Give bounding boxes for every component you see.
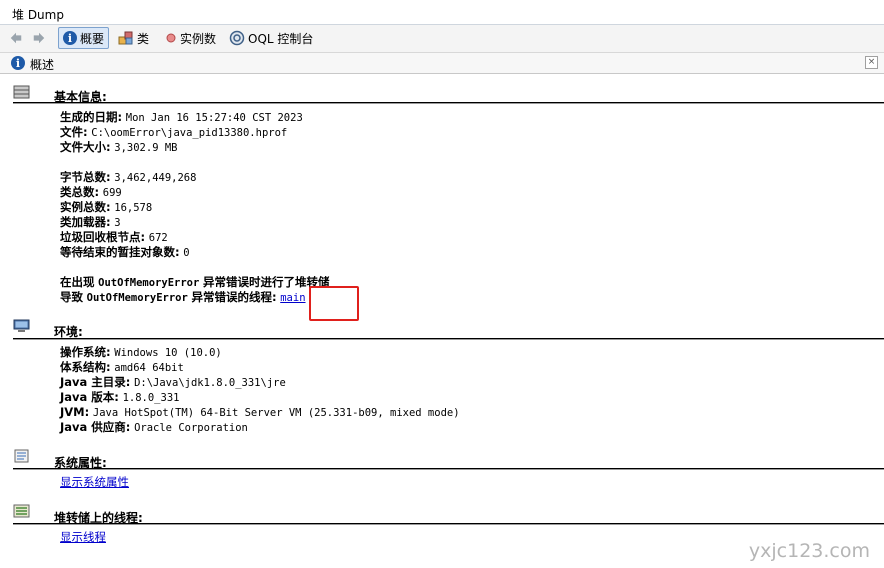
env-row-arch: 体系结构: amd64 64bit [60, 360, 184, 375]
env-row-os: 操作系统: Windows 10 (10.0) [60, 345, 222, 360]
oom-dump-note: 在出现 OutOfMemoryError 异常错误时进行了堆转储 [60, 275, 329, 290]
info-row-size: 文件大小: 3,302.9 MB [60, 140, 177, 155]
label: 类加载器: [60, 215, 111, 229]
tab-instances[interactable]: 实例数 [165, 28, 216, 48]
info-row-gc-roots: 垃圾回收根节点: 672 [60, 230, 168, 245]
value: Oracle Corporation [134, 422, 248, 434]
tab-summary[interactable]: i 概要 [58, 27, 110, 49]
value: Mon Jan 16 15:27:40 CST 2023 [125, 112, 303, 124]
section-divider [13, 338, 884, 340]
label: 字节总数: [60, 170, 111, 184]
label: 实例总数: [60, 200, 111, 214]
toolbar: i 概要 类 实例数 OQL 控制台 [0, 25, 884, 53]
properties-icon [14, 449, 29, 463]
classes-icon [118, 31, 133, 45]
value: C:\oomError\java_pid13380.hprof [91, 127, 288, 139]
watermark: yxjc123.com [748, 540, 870, 562]
threads-icon [13, 504, 30, 518]
oom-thread-link[interactable]: main [280, 292, 305, 304]
show-threads-link[interactable]: 显示线程 [60, 530, 106, 544]
label: 等待结束的暂挂对象数: [60, 245, 180, 259]
value: 3,302.9 MB [114, 142, 178, 154]
env-row-java-vendor: Java 供应商: Oracle Corporation [60, 420, 248, 435]
value: 3 [114, 217, 121, 229]
tab-summary-label: 概要 [80, 31, 105, 46]
info-row-bytes: 字节总数: 3,462,449,268 [60, 170, 196, 185]
text: 导致 [60, 290, 83, 304]
info-icon: i [63, 31, 77, 45]
label: 操作系统: [60, 345, 111, 359]
value: 672 [148, 232, 168, 244]
info-row-classloaders: 类加载器: 3 [60, 215, 121, 230]
section-divider [13, 102, 884, 104]
value: 699 [102, 187, 122, 199]
threads-row: 显示线程 [60, 530, 106, 545]
info-row-pending-finalization: 等待结束的暂挂对象数: 0 [60, 245, 190, 260]
section-divider [13, 468, 884, 470]
tab-classes[interactable]: 类 [118, 28, 149, 48]
instance-icon [166, 33, 176, 43]
label: 文件: [60, 125, 88, 139]
show-system-properties-link[interactable]: 显示系统属性 [60, 475, 129, 489]
tab-instances-label: 实例数 [180, 31, 217, 46]
info-row-classes: 类总数: 699 [60, 185, 122, 200]
section-divider [13, 523, 884, 525]
value: Java HotSpot(TM) 64-Bit Server VM (25.33… [92, 407, 460, 419]
label: 体系结构: [60, 360, 111, 374]
forward-button[interactable] [32, 28, 46, 48]
label: Java 版本: [60, 390, 119, 404]
tab-oql-console[interactable]: OQL 控制台 [229, 28, 313, 48]
env-row-java-home: Java 主目录: D:\Java\jdk1.8.0_331\jre [60, 375, 286, 390]
summary-view-label: 概述 [30, 58, 55, 72]
value: 1.8.0_331 [122, 392, 180, 404]
info-row-generated: 生成的日期: Mon Jan 16 15:27:40 CST 2023 [60, 110, 303, 125]
oom-thread-row: 导致 OutOfMemoryError 异常错误的线程: main [60, 290, 306, 305]
back-arrow-icon [10, 32, 22, 44]
back-button[interactable] [9, 28, 23, 48]
label: 垃圾回收根节点: [60, 230, 146, 244]
window-titlebar: 堆 Dump [0, 0, 884, 25]
forward-arrow-icon [33, 32, 45, 44]
text: 异常错误的线程: [191, 290, 277, 304]
error-name: OutOfMemoryError [86, 292, 188, 304]
tab-oql-label: OQL 控制台 [248, 31, 314, 46]
info-row-instances: 实例总数: 16,578 [60, 200, 152, 215]
computer-icon [13, 319, 30, 332]
value: 16,578 [114, 202, 153, 214]
label: 生成的日期: [60, 110, 123, 124]
value: Windows 10 (10.0) [114, 347, 222, 359]
label: Java 供应商: [60, 420, 131, 434]
oql-icon [229, 30, 245, 46]
label: JVM: [60, 405, 90, 419]
error-name: OutOfMemoryError [98, 277, 200, 289]
label: Java 主目录: [60, 375, 131, 389]
summary-view-header: i 概述 × [0, 53, 884, 74]
info-icon: i [11, 56, 25, 70]
label: 类总数: [60, 185, 100, 199]
env-row-java-version: Java 版本: 1.8.0_331 [60, 390, 179, 405]
label: 文件大小: [60, 140, 111, 154]
info-row-file: 文件: C:\oomError\java_pid13380.hprof [60, 125, 287, 140]
close-icon[interactable]: × [865, 56, 878, 69]
window-title: 堆 Dump [12, 8, 64, 22]
value: 3,462,449,268 [114, 172, 197, 184]
tab-classes-label: 类 [137, 31, 150, 46]
value: 0 [183, 247, 190, 259]
value: D:\Java\jdk1.8.0_331\jre [134, 377, 286, 389]
text: 在出现 [60, 275, 95, 289]
value: amd64 64bit [114, 362, 184, 374]
heap-icon [13, 85, 30, 99]
highlight-annotation [309, 286, 359, 321]
system-properties-row: 显示系统属性 [60, 475, 129, 490]
env-row-jvm: JVM: Java HotSpot(TM) 64-Bit Server VM (… [60, 405, 460, 420]
